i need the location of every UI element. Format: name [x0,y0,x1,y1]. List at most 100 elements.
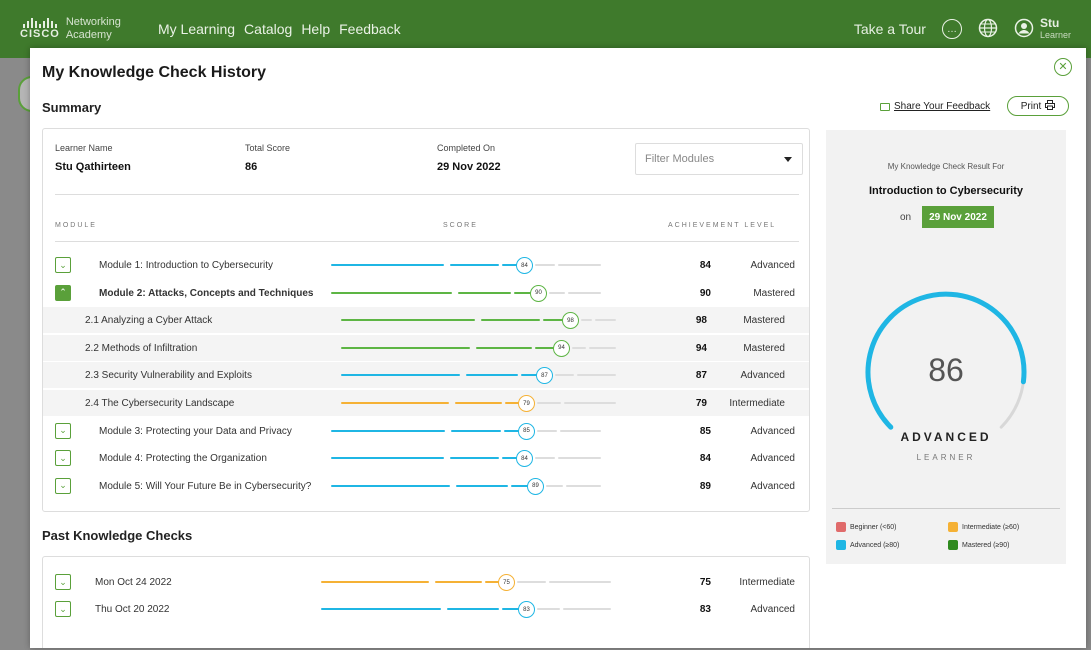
user-avatar-icon [1014,18,1034,41]
printer-icon [1045,99,1056,113]
module-row[interactable]: ⌄ Module 4: Protecting the Organization 84… [43,445,809,471]
chevron-up-icon[interactable]: ⌃ [55,284,71,301]
score-bar-fill [341,402,449,404]
module-row[interactable]: ⌄ Module 1: Introduction to Cybersecurity… [43,252,809,278]
divider [832,508,1060,509]
submodule-row: 2.1 Analyzing a Cyber Attack 98 98 Mastered [43,307,809,334]
score-bar-fill [331,264,444,266]
user-menu[interactable]: Stu Learner [1014,17,1071,41]
brand-name: Networking [65,16,121,28]
score-bar-fill [450,264,499,266]
nav-link-help[interactable]: Help [301,21,330,37]
score-gauge [865,291,1027,430]
nav-link-my-learning[interactable]: My Learning [158,21,235,37]
score-bar-fill [450,457,499,460]
module-name: Module 5: Will Your Future Be in Cyberse… [99,480,312,492]
module-row[interactable]: ⌃ Module 2: Attacks, Concepts and Techniq… [43,280,809,306]
past-check-date: Mon Oct 24 2022 [95,577,172,588]
chevron-down-icon[interactable]: ⌄ [55,450,71,467]
module-name: Module 1: Introduction to Cybersecurity [99,260,273,271]
score-bar-fill [514,291,531,294]
score-bar-fill [341,374,460,377]
past-check-row[interactable]: ⌄ Thu Oct 20 2022 83 83 Advanced [43,596,809,622]
module-name: Module 2: Attacks, Concepts and Techniqu… [99,287,314,299]
cisco-wordmark: CISCO [20,28,60,40]
score-bar-track [558,457,601,460]
chevron-down-icon[interactable]: ⌄ [55,257,71,273]
score-marker: 75 [498,574,515,591]
module-row[interactable]: ⌄ Module 3: Protecting your Data and Priv… [43,418,809,444]
legend-beginner: Beginner (<60) [836,522,897,532]
score-bar-fill [321,581,429,583]
chevron-down-icon[interactable]: ⌄ [55,574,71,590]
score-bar-fill [502,608,519,610]
nav-link-catalog[interactable]: Catalog [244,21,292,37]
divider [55,194,799,195]
learner-name-field: Learner Name Stu Qathirteen [55,143,131,173]
score-bar-fill [456,484,508,487]
nav-links: My Learning Catalog Help Feedback [158,21,401,37]
module-level: Advanced [750,453,795,465]
nav-link-feedback[interactable]: Feedback [339,21,400,37]
score-bar-fill [447,608,499,610]
score-bar: 89 [331,473,601,499]
completed-on-field: Completed On 29 Nov 2022 [437,143,501,173]
total-score-field: Total Score 86 [245,143,290,173]
module-level: Intermediate [729,398,785,409]
score-bar-track [537,608,560,610]
divider [55,241,799,242]
score-bar-fill [331,429,445,432]
score-bar-fill [521,374,537,377]
module-level: Advanced [750,425,795,437]
score-bar: 84 [331,252,601,278]
module-row[interactable]: ⌄ Module 5: Will Your Future Be in Cybers… [43,473,809,499]
score-bar-track [537,402,561,404]
score-bar-track [535,457,555,460]
chevron-down-icon[interactable]: ⌄ [55,422,71,439]
chevron-down-icon[interactable]: ⌄ [55,477,71,494]
score-bar: 75 [321,569,611,595]
score-bar-track [549,581,611,583]
past-check-row[interactable]: ⌄ Mon Oct 24 2022 75 75 Intermediate [43,569,809,595]
score-bar-track [595,319,616,322]
close-icon[interactable]: ✕ [1054,58,1072,76]
score-bar-track [564,402,616,404]
score-marker: 79 [518,395,535,412]
score-bar: 90 [331,280,601,306]
score-bar-fill [321,608,441,610]
print-button[interactable]: Print [1007,96,1069,116]
legend-swatch [948,540,958,550]
score-bar-track [566,484,601,487]
share-feedback-link[interactable]: Share Your Feedback [880,101,990,112]
legend-label: Beginner (<60) [850,523,897,531]
user-role: Learner [1039,30,1071,40]
cisco-logo[interactable]: CISCO Networking Academy [20,16,148,42]
legend-swatch [836,522,846,532]
filter-placeholder: Filter Modules [645,153,715,165]
score-bar-fill [485,581,499,583]
score-bar-fill [476,346,532,349]
legend-mastered: Mastered (≥90) [948,540,1009,550]
result-role: LEARNER [916,453,976,462]
score-bar-fill [341,346,470,349]
score-bar: 83 [321,596,611,622]
score-marker: 90 [530,284,547,302]
filter-modules-select[interactable]: Filter Modules [635,143,803,175]
chevron-down-icon[interactable]: ⌄ [55,601,71,617]
chat-icon[interactable]: … [941,19,962,39]
modal-title: My Knowledge Check History [42,64,267,81]
learner-name-label: Learner Name [55,143,113,153]
score-marker: 89 [527,477,544,495]
score-bar-track [537,429,557,432]
take-tour-link[interactable]: Take a Tour [854,21,926,37]
score-bar-track [546,484,563,487]
chevron-down-icon [784,157,792,162]
total-score-label: Total Score [245,143,291,153]
score-bar-track [549,291,565,294]
score-bar-fill [504,429,519,432]
score-bar-fill [458,291,511,294]
globe-icon[interactable] [978,18,998,41]
score-bar: 85 [331,418,601,444]
legend-label: Mastered (≥90) [962,541,1010,549]
module-level: Advanced [740,370,785,382]
